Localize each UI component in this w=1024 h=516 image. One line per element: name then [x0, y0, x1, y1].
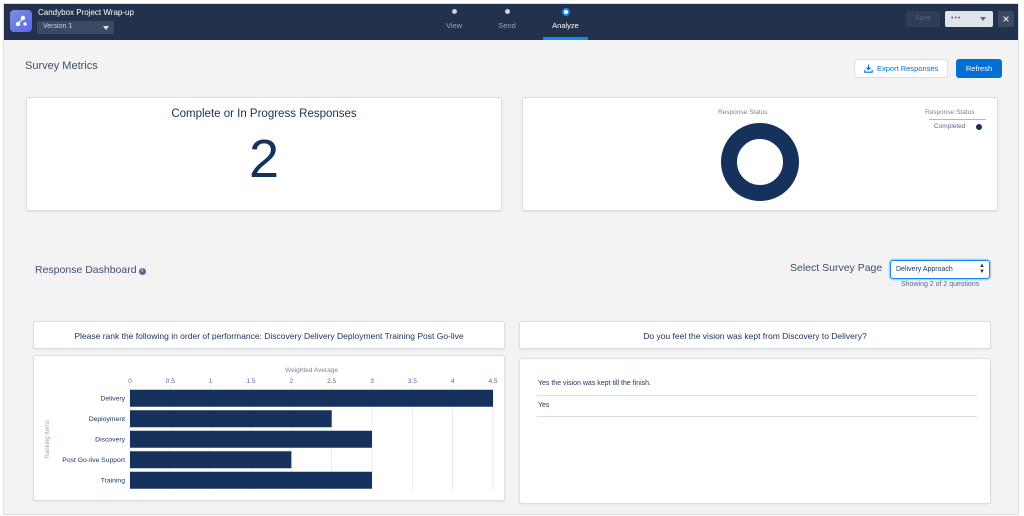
survey-title: Candybox Project Wrap-up [38, 8, 134, 17]
close-button[interactable]: × [998, 11, 1014, 27]
metric-value: 2 [248, 129, 280, 189]
select-arrows-icon: ▲ ▼ [979, 263, 985, 275]
export-responses-button[interactable]: Export Responses [854, 59, 948, 78]
metric-label: Complete or In Progress Responses [171, 108, 357, 120]
answer-divider [537, 395, 977, 396]
question-1-title: Please rank the following in order of pe… [74, 331, 464, 341]
step-send[interactable]: Send [494, 4, 520, 40]
step-label: View [445, 21, 463, 30]
step-view[interactable]: View [441, 4, 467, 40]
x-tick-label: 3.5 [408, 378, 417, 385]
questions-count-text: Showing 2 of 2 questions [901, 281, 980, 288]
x-tick-label: 4.5 [488, 378, 497, 385]
version-label: Version 1 [43, 23, 73, 30]
builder-header: Candybox Project Wrap-up Version 1 View … [4, 4, 1018, 40]
answer-divider [537, 416, 977, 417]
download-icon [864, 64, 873, 73]
step-indicator-icon [451, 9, 457, 14]
x-tick-label: 3 [370, 378, 374, 385]
dashboard-title-text: Response Dashboard [35, 264, 137, 276]
response-status-donut [721, 123, 799, 201]
survey-app-icon [10, 10, 32, 32]
step-active-indicator-icon [561, 8, 570, 16]
responses-metric-card: Complete or In Progress Responses 2 [26, 97, 502, 211]
refresh-button[interactable]: Refresh [956, 59, 1002, 78]
step-analyze[interactable]: Analyze [543, 4, 588, 40]
dashboard-title: Response Dashboard i [35, 264, 146, 276]
y-axis-title: Ranking Items [45, 420, 51, 458]
donut-slice-completed [721, 123, 799, 201]
ranking-bar-chart: Weighted Average 0 0.5 1 1.5 2 2.5 3 3.5 4 4.5 Rank… [45, 367, 498, 491]
x-tick-label: 1 [209, 378, 213, 385]
category-label: Deployment [89, 416, 125, 423]
active-step-underline [543, 37, 588, 40]
version-select[interactable]: Version 1 [37, 21, 114, 34]
info-icon[interactable]: i [138, 268, 146, 275]
legend-swatch-completed [976, 124, 982, 130]
donut-chart-title: Response Status [718, 109, 768, 116]
chevron-down-icon [980, 17, 986, 21]
x-tick-label: 2.5 [327, 378, 336, 385]
category-label: Discovery [95, 437, 125, 444]
legend-title: Response Status [925, 109, 975, 116]
page-title: Survey Metrics [25, 60, 98, 72]
bar-training [130, 471, 372, 489]
x-tick-label: 0 [128, 378, 132, 385]
bar-post-go-live-support [130, 451, 292, 469]
question-1-chart-card: Weighted Average 0 0.5 1 1.5 2 2.5 3 3.5 4 4.5 Rank… [33, 355, 505, 501]
category-label: Delivery [100, 396, 125, 403]
step-label: Send [498, 21, 516, 30]
answer-item: Yes the vision was kept till the finish. [538, 380, 651, 387]
step-indicator-icon [504, 9, 510, 14]
save-button[interactable]: Save [906, 11, 940, 27]
bar-discovery [130, 430, 372, 448]
x-tick-label: 2 [290, 378, 294, 385]
step-label: Analyze [552, 21, 579, 30]
legend-divider [929, 119, 986, 120]
more-icon: ••• [951, 15, 962, 22]
chevron-down-icon [103, 26, 109, 30]
x-tick-label: 1.5 [246, 378, 255, 385]
legend-item-completed: Completed [934, 123, 966, 130]
bar-delivery [130, 389, 493, 407]
category-label: Post Go-live Support [62, 457, 125, 464]
category-label: Training [101, 478, 126, 485]
x-tick-label: 0.5 [166, 378, 175, 385]
survey-page-select[interactable]: Delivery Approach ▲ ▼ [890, 260, 990, 279]
response-status-card: Response Status Response Status Complete… [522, 97, 998, 211]
export-label: Export Responses [877, 64, 939, 73]
answer-item: Yes [538, 402, 550, 409]
x-axis-title: Weighted Average [285, 367, 338, 374]
question-1-header: Please rank the following in order of pe… [33, 321, 505, 349]
x-tick-label: 4 [451, 378, 455, 385]
app-frame: Candybox Project Wrap-up Version 1 View … [3, 3, 1019, 515]
more-actions-button[interactable]: ••• [945, 11, 993, 27]
bar-deployment [130, 410, 332, 428]
select-survey-page-label: Select Survey Page [790, 262, 883, 274]
survey-page-select-value: Delivery Approach [896, 266, 953, 273]
question-2-header: Do you feel the vision was kept from Dis… [519, 321, 991, 349]
question-2-title: Do you feel the vision was kept from Dis… [643, 331, 867, 341]
